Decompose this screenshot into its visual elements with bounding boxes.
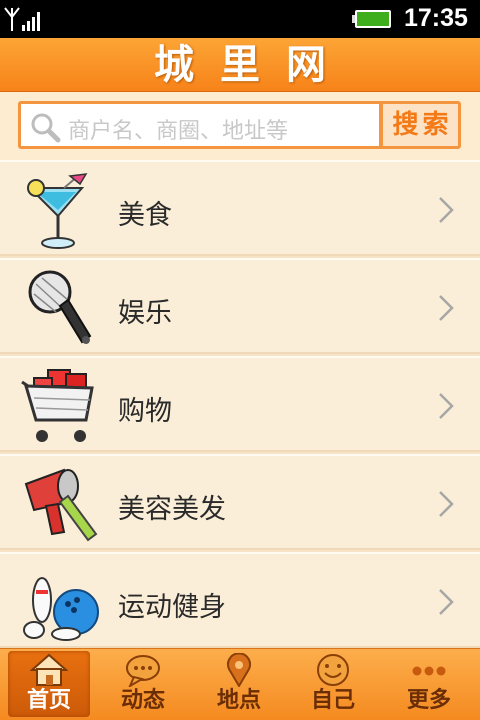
title-bar: 城里网	[0, 38, 480, 92]
list-item-label: 购物	[118, 396, 172, 427]
list-item-shopping[interactable]: 购物	[0, 356, 480, 452]
list-item-label: 运动健身	[118, 592, 226, 623]
list-item-label: 美食	[118, 200, 172, 231]
shopping-cart-icon	[21, 369, 94, 442]
hair-dryer-icon	[24, 468, 98, 542]
chevron-right-icon	[439, 295, 454, 321]
tab-me[interactable]: 自己	[292, 651, 374, 717]
list-item-fitness[interactable]: 运动健身	[0, 552, 480, 648]
tab-updates[interactable]: 动态	[102, 651, 184, 717]
bottom-nav: 首页 动态 地点 自己 更多	[0, 648, 480, 720]
category-list: 美食 娱乐 购物 美容美发 运动健身	[0, 160, 480, 648]
smiley-icon	[317, 654, 349, 686]
clock: 17:35	[404, 4, 468, 32]
page-title: 城里网	[154, 42, 352, 88]
cocktail-icon	[27, 173, 88, 249]
tab-label: 动态	[120, 688, 165, 713]
tab-label: 地点	[216, 688, 261, 713]
search-bar: 商户名、商圈、地址等 搜索	[0, 92, 480, 160]
chevron-right-icon	[439, 197, 454, 223]
signal-icon	[4, 7, 40, 31]
list-item-food[interactable]: 美食	[0, 160, 480, 256]
tab-more[interactable]: 更多	[388, 651, 470, 717]
microphone-icon	[28, 270, 92, 344]
home-icon	[30, 653, 68, 686]
chevron-right-icon	[439, 589, 454, 615]
tab-label: 更多	[406, 688, 451, 713]
map-pin-icon	[227, 653, 251, 687]
search-input[interactable]: 商户名、商圈、地址等	[18, 101, 382, 149]
status-bar: 17:35	[0, 0, 480, 38]
list-item-entertainment[interactable]: 娱乐	[0, 258, 480, 354]
list-item-beauty[interactable]: 美容美发	[0, 454, 480, 550]
battery-icon	[352, 10, 391, 28]
chevron-right-icon	[439, 393, 454, 419]
search-button[interactable]: 搜索	[380, 101, 461, 149]
search-placeholder: 商户名、商圈、地址等	[68, 119, 289, 144]
chevron-right-icon	[439, 491, 454, 517]
bowling-icon	[23, 577, 99, 641]
search-icon	[31, 113, 61, 143]
list-item-label: 美容美发	[118, 494, 226, 525]
chat-bubble-icon	[126, 655, 160, 687]
tab-places[interactable]: 地点	[198, 651, 280, 717]
tab-label: 首页	[26, 688, 71, 713]
list-item-label: 娱乐	[118, 298, 172, 329]
tab-home[interactable]: 首页	[8, 651, 90, 717]
more-dots-icon	[412, 666, 446, 676]
tab-label: 自己	[310, 688, 355, 713]
